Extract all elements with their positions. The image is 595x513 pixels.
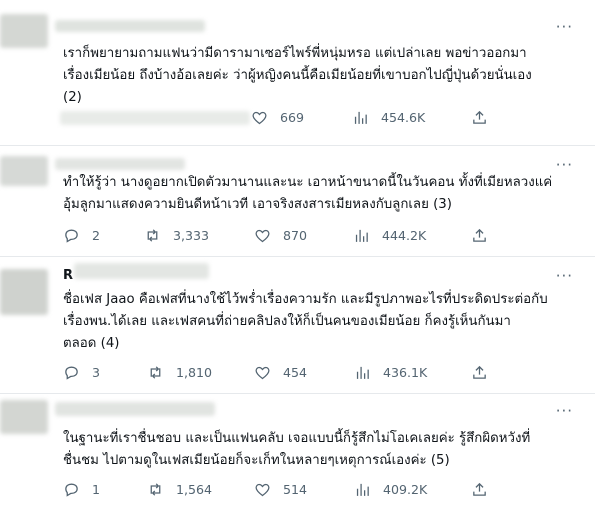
author-name-redacted [55,20,205,32]
reply-button[interactable]: 1 [63,481,100,498]
view-count: 444.2K [382,228,427,243]
avatar[interactable] [0,156,48,186]
avatar[interactable] [0,400,48,434]
heart-icon [255,229,270,243]
author-name[interactable]: R [63,268,73,283]
repost-button[interactable]: 3,333 [144,227,209,244]
post-1[interactable]: ··· เราก็พยายามถามแฟนว่ามีดารามาเซอร์ไพร… [0,0,595,145]
views-button[interactable]: 436.1K [354,364,427,381]
more-options-button[interactable]: ··· [556,158,573,173]
heart-icon [255,366,270,380]
more-options-button[interactable]: ··· [556,404,573,419]
reply-button[interactable]: 3 [63,364,100,381]
more-options-button[interactable]: ··· [556,269,573,284]
heart-icon [255,483,270,497]
more-options-button[interactable]: ··· [556,20,573,35]
post-4[interactable]: ··· ในฐานะที่เราชื่นชอบ และเป็นแฟนคลับ เ… [0,394,595,513]
like-button[interactable]: 669 [251,109,304,126]
like-count: 870 [283,228,308,243]
reply-icon [65,366,78,380]
repost-count: 1,810 [176,365,213,380]
author-name-redacted [74,263,209,279]
share-button[interactable] [471,227,488,244]
like-button[interactable]: 514 [254,481,307,498]
share-icon [473,110,486,124]
view-count: 436.1K [383,365,428,380]
views-button[interactable]: 444.2K [353,227,426,244]
post-text: ในฐานะที่เราชื่นชอบ และเป็นแฟนคลับ เจอแบ… [63,431,531,468]
repost-count: 1,564 [176,482,213,497]
views-button[interactable]: 454.6K [352,109,425,126]
like-count: 454 [283,365,308,380]
like-count: 514 [283,482,308,497]
avatar[interactable] [0,14,48,48]
analytics-icon [354,111,367,124]
reply-icon [65,483,78,497]
like-button[interactable]: 870 [254,227,307,244]
reply-count: 2 [92,228,101,243]
reply-icon [65,229,78,243]
analytics-icon [356,483,369,496]
repost-icon [150,483,161,496]
analytics-icon [355,229,368,242]
repost-icon [150,366,161,379]
post-text: เราก็พยายามถามแฟนว่ามีดารามาเซอร์ไพร์พี่… [63,46,532,105]
reply-count: 3 [92,365,101,380]
action-bar: 2 3,333 870 444.2K [0,227,595,247]
share-icon [473,482,486,496]
share-button[interactable] [471,109,488,126]
repost-icon [147,229,158,242]
like-button[interactable]: 454 [254,364,307,381]
post-text: ทำให้รู้ว่า นางดูอยากเปิดตัวมานานและนะ เ… [63,175,553,212]
heart-icon [252,111,267,125]
share-button[interactable] [471,481,488,498]
share-button[interactable] [471,364,488,381]
reply-button[interactable]: 2 [63,227,100,244]
post-2[interactable]: ··· ทำให้รู้ว่า นางดูอยากเปิดตัวมานานและ… [0,146,595,256]
action-bar: 1 1,564 514 409.2K [0,481,595,501]
analytics-icon [356,366,369,379]
redacted-actions [60,111,250,125]
post-text: ชื่อเฟส Jaao คือเฟสที่นางใช้ไว้พร่ำเรื่อ… [63,292,548,351]
repost-button[interactable]: 1,810 [147,364,212,381]
reply-count: 1 [92,482,101,497]
share-icon [473,365,486,379]
action-bar: 3 1,810 454 436.1K [0,364,595,384]
like-count: 669 [280,110,305,125]
share-icon [473,228,486,242]
view-count: 409.2K [383,482,428,497]
repost-button[interactable]: 1,564 [147,481,212,498]
action-bar: 669 454.6K [0,109,595,129]
repost-count: 3,333 [173,228,210,243]
post-3[interactable]: R ··· ชื่อเฟส Jaao คือเฟสที่นางใช้ไว้พร่… [0,257,595,393]
view-count: 454.6K [381,110,426,125]
author-name-redacted [55,158,185,170]
avatar[interactable] [0,269,48,315]
views-button[interactable]: 409.2K [354,481,427,498]
author-name-redacted [55,402,215,416]
